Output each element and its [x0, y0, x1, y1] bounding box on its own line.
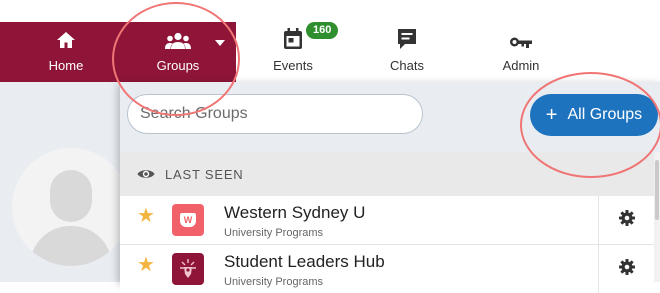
chat-icon [397, 22, 417, 50]
group-name[interactable]: Western Sydney U [224, 203, 365, 223]
groups-dropdown-panel: + All Groups LAST SEEN ★ W Western Sydne… [120, 82, 660, 293]
dropdown-header: + All Groups [120, 82, 660, 152]
nav-home-label: Home [48, 58, 84, 73]
crest-icon [180, 259, 196, 278]
eye-icon [137, 168, 155, 180]
group-logo [172, 253, 204, 285]
avatar-body-shape [30, 226, 112, 266]
groups-dropdown-caret-icon[interactable] [215, 40, 225, 46]
star-icon[interactable]: ★ [137, 206, 155, 226]
nav-events-label: Events [273, 58, 313, 73]
group-settings-button[interactable] [598, 196, 655, 244]
all-groups-label: All Groups [567, 106, 643, 123]
star-icon[interactable]: ★ [137, 255, 155, 275]
top-nav: Home Groups Events 160 Chats Admin [0, 0, 660, 82]
all-groups-button[interactable]: + All Groups [530, 94, 658, 136]
avatar [12, 148, 130, 266]
list-item[interactable]: ★ Student Leaders Hub University Program… [120, 245, 660, 293]
nav-item-chats[interactable]: Chats [374, 22, 440, 82]
groups-icon [165, 22, 191, 50]
group-logo: W [172, 204, 204, 236]
gear-icon [619, 258, 635, 280]
events-count-badge: 160 [306, 22, 339, 39]
key-icon [509, 22, 533, 50]
last-seen-section-header: LAST SEEN [120, 152, 660, 196]
group-subtitle: University Programs [224, 276, 324, 288]
nav-item-admin[interactable]: Admin [488, 22, 554, 82]
group-subtitle: University Programs [224, 227, 324, 239]
gear-icon [619, 209, 635, 231]
section-label: LAST SEEN [165, 166, 244, 182]
group-name[interactable]: Student Leaders Hub [224, 252, 385, 272]
group-logo-text: W [180, 213, 196, 227]
home-icon [56, 22, 76, 50]
nav-item-groups[interactable]: Groups [140, 22, 216, 82]
calendar-icon [283, 22, 303, 50]
plus-icon: + [545, 104, 558, 126]
avatar-head-shape [50, 170, 92, 222]
scrollbar-thumb[interactable] [655, 160, 659, 220]
dropdown-scrollbar[interactable] [654, 152, 660, 282]
nav-item-home[interactable]: Home [34, 22, 98, 82]
nav-groups-label: Groups [156, 58, 200, 73]
group-settings-button[interactable] [598, 245, 655, 293]
list-item[interactable]: ★ W Western Sydney U University Programs [120, 196, 660, 245]
nav-chats-label: Chats [390, 58, 424, 73]
nav-admin-label: Admin [502, 58, 540, 73]
search-groups-input[interactable] [127, 94, 423, 134]
